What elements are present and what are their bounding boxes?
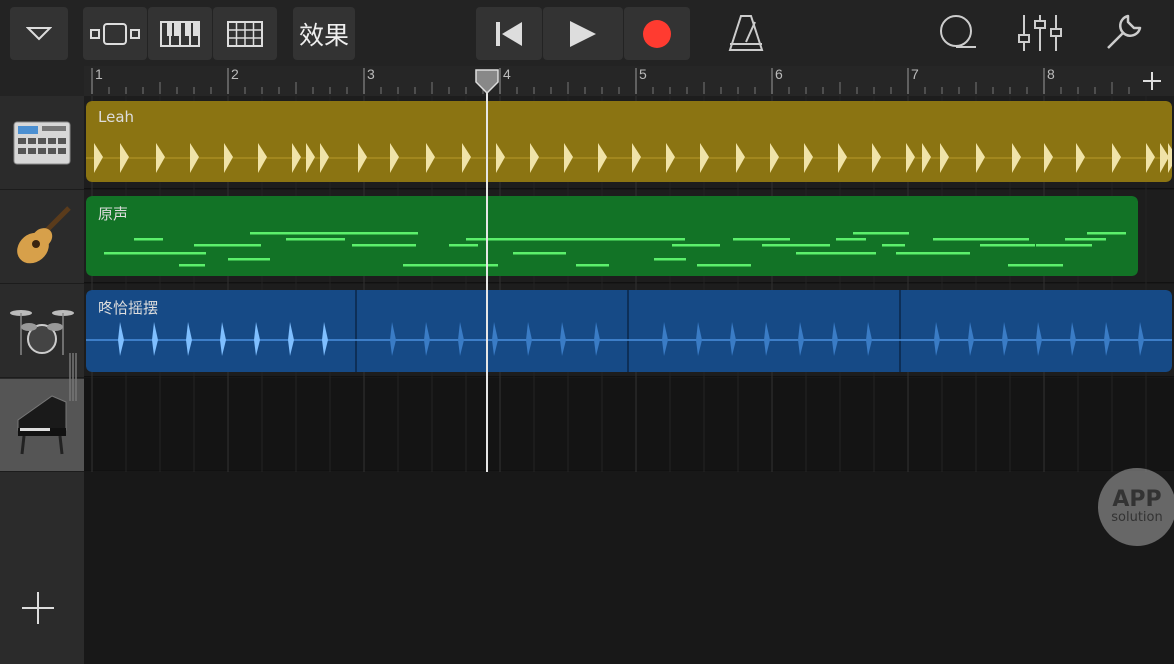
midi-note <box>1036 244 1092 247</box>
plus-icon <box>1143 72 1161 90</box>
toolbar: 效果 <box>0 0 1174 66</box>
ruler-bar-number: 5 <box>639 66 647 82</box>
add-track-button[interactable] <box>18 588 58 628</box>
region-acoustic-guitar[interactable]: 原声 <box>86 196 1138 276</box>
midi-note <box>384 232 418 235</box>
midi-note <box>712 264 751 267</box>
play-button[interactable] <box>543 7 623 60</box>
region-name: 咚恰摇摆 <box>98 299 159 317</box>
add-section-button[interactable] <box>1132 66 1172 96</box>
midi-note <box>576 264 609 267</box>
go-to-start-button[interactable] <box>476 7 542 60</box>
ruler-bar-number: 2 <box>231 66 239 82</box>
midi-note <box>194 244 261 247</box>
midi-note <box>316 232 389 235</box>
record-icon <box>643 19 671 48</box>
acoustic-guitar-icon <box>17 206 71 264</box>
midi-note <box>250 232 322 235</box>
midi-note <box>896 252 970 255</box>
go-to-start-icon <box>496 21 522 46</box>
tracks-view-icon <box>90 22 140 45</box>
drum-machine-icon <box>13 121 71 165</box>
record-button[interactable] <box>624 7 690 60</box>
tracks-view-button[interactable] <box>83 7 147 60</box>
grand-piano-icon <box>17 395 67 455</box>
region-notes <box>86 196 1138 276</box>
watermark-line2: solution <box>1111 510 1163 525</box>
play-icon <box>570 20 596 47</box>
midi-note <box>654 258 686 261</box>
midi-note <box>286 238 345 241</box>
grid-button[interactable] <box>213 7 277 60</box>
ruler-bar-number: 4 <box>503 66 511 82</box>
midi-note <box>228 258 270 261</box>
midi-note <box>151 252 206 255</box>
mixer-icon[interactable] <box>1018 13 1062 53</box>
region-drum-machine[interactable]: Leah <box>86 101 1172 182</box>
keyboard-icon <box>160 20 200 47</box>
ruler-bar-number: 7 <box>911 66 919 82</box>
midi-note <box>1087 232 1126 235</box>
midi-note <box>762 244 830 247</box>
ruler-bar-number: 6 <box>775 66 783 82</box>
track-area[interactable]: Leah 原声 咚恰摇摆 <box>84 96 1174 664</box>
ruler-ticks <box>91 68 1164 94</box>
effects-button[interactable]: 效果 <box>293 7 355 60</box>
midi-note <box>733 238 790 241</box>
drum-kit-icon <box>10 310 74 355</box>
region-drum-kit[interactable]: 咚恰摇摆 <box>86 290 1172 372</box>
watermark-line1: APP <box>1112 487 1162 512</box>
midi-note <box>882 244 905 247</box>
keyboard-button[interactable] <box>148 7 212 60</box>
midi-note <box>1008 264 1063 267</box>
plus-icon <box>22 592 54 624</box>
midi-note <box>980 244 1035 247</box>
timeline-ruler[interactable]: 1 2 3 4 5 6 7 8 <box>84 66 1174 96</box>
chevron-down-icon <box>26 26 52 40</box>
midi-note <box>403 264 498 267</box>
ruler-bar-number: 8 <box>1047 66 1055 82</box>
midi-note <box>449 244 478 247</box>
track-header-drum-machine[interactable] <box>0 97 84 190</box>
midi-note <box>622 238 685 241</box>
loop-browser-icon[interactable] <box>938 13 978 53</box>
region-name: 原声 <box>98 205 129 223</box>
region-waveform <box>86 290 1172 372</box>
track-header-acoustic-guitar[interactable] <box>0 191 84 284</box>
midi-note <box>134 238 163 241</box>
region-hits <box>86 101 1172 182</box>
midi-note <box>836 238 866 241</box>
midi-note <box>672 244 720 247</box>
midi-note <box>853 232 909 235</box>
grid-icon <box>227 20 263 47</box>
ruler-bar-number: 3 <box>367 66 375 82</box>
track-header-grand-piano[interactable] <box>0 353 84 472</box>
midi-note <box>352 244 416 247</box>
metronome-icon[interactable] <box>728 14 764 52</box>
track-menu-button[interactable] <box>10 7 68 60</box>
effects-label: 效果 <box>298 20 349 50</box>
midi-note <box>513 252 566 255</box>
midi-note <box>933 238 1029 241</box>
watermark-logo: APP solution <box>1098 468 1174 546</box>
midi-note <box>796 252 876 255</box>
midi-note <box>179 264 205 267</box>
playhead-handle-icon[interactable] <box>474 68 500 94</box>
settings-wrench-icon[interactable] <box>1104 12 1144 52</box>
midi-note <box>1065 238 1106 241</box>
playhead-line[interactable] <box>486 80 488 472</box>
ruler-bar-number: 1 <box>95 66 103 82</box>
track-resize-handle[interactable] <box>68 353 78 401</box>
header-spacer <box>0 66 84 96</box>
resize-grip-icon <box>69 353 77 401</box>
region-name: Leah <box>98 108 135 126</box>
